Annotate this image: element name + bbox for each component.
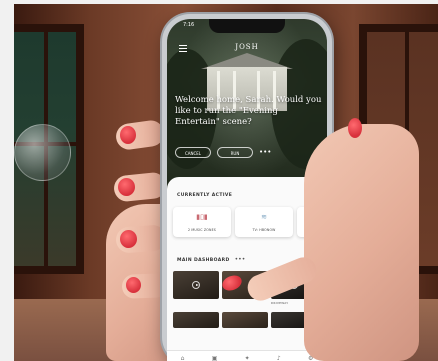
phone-notch xyxy=(209,19,285,33)
media-icon[interactable]: ♪ xyxy=(277,355,281,361)
dashboard-tiles-row-2 xyxy=(173,312,317,328)
nail-2 xyxy=(118,178,135,196)
tv-icon: ≋ xyxy=(261,213,267,221)
nail-3 xyxy=(120,230,137,248)
app-brand: JOSH xyxy=(235,43,259,51)
play-icon xyxy=(192,281,200,289)
active-card-label: TV: HBONOW xyxy=(252,228,276,232)
nail-4 xyxy=(126,277,141,293)
home-icon[interactable]: ⌂ xyxy=(181,355,185,361)
status-time: 7:16 xyxy=(183,22,195,28)
dashboard-more-icon[interactable]: ••• xyxy=(235,257,246,263)
bottom-tab-bar: ⌂ ▣ ✦ ♪ ⚙ xyxy=(167,350,327,361)
active-card-label: 2 MUSIC ZONES xyxy=(187,228,217,232)
music-bars-icon: ▮▯▮ xyxy=(196,213,208,221)
scenes-icon[interactable]: ✦ xyxy=(245,355,250,361)
right-thumb-nail xyxy=(348,118,362,138)
welcome-message: Welcome home, Sarah. Would you like to r… xyxy=(175,95,322,127)
dashboard-tile[interactable] xyxy=(173,271,219,299)
active-card-tv[interactable]: ≋ TV: HBONOW xyxy=(235,207,293,237)
main-dashboard-heading: MAIN DASHBOARD xyxy=(177,257,230,263)
currently-active-heading: CURRENTLY ACTIVE xyxy=(177,193,233,198)
run-button[interactable]: RUN xyxy=(217,147,253,158)
nail-1 xyxy=(120,126,136,144)
glass-globe xyxy=(14,124,71,181)
dashboard-tile[interactable] xyxy=(173,312,219,328)
dashboard-header: MAIN DASHBOARD ••• xyxy=(177,257,245,263)
rooms-icon[interactable]: ▣ xyxy=(212,355,218,361)
photo-scene: 7:16 JOSH Welcome home, Sarah. Would you… xyxy=(14,4,438,361)
dashboard-tile[interactable] xyxy=(222,312,268,328)
phone-screen: 7:16 JOSH Welcome home, Sarah. Would you… xyxy=(167,19,327,361)
hero-actions: CANCEL RUN ••• xyxy=(175,147,271,158)
active-card-music[interactable]: ▮▯▮ 2 MUSIC ZONES xyxy=(173,207,231,237)
right-hand xyxy=(304,124,419,361)
more-horizontal-icon[interactable]: ••• xyxy=(259,149,271,156)
cancel-button[interactable]: CANCEL xyxy=(175,147,211,158)
